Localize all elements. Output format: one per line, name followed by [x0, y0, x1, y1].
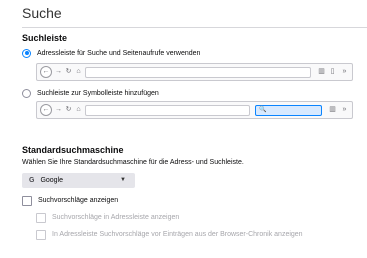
- suggestions-before-history-label: In Adressleiste Suchvorschläge vor Eintr…: [52, 231, 303, 238]
- radio-address-bar-label: Adressleiste für Suche und Seitenaufrufe…: [37, 49, 201, 57]
- radio-button-checked[interactable]: [22, 48, 31, 58]
- forward-icon: →: [55, 68, 62, 75]
- default-engine-heading: Standardsuchmaschine: [22, 145, 124, 155]
- title-divider: [22, 27, 367, 28]
- show-suggestions-checkbox[interactable]: Suchvorschläge anzeigen: [22, 195, 118, 206]
- radio-address-bar[interactable]: Adressleiste für Suche und Seitenaufrufe…: [22, 47, 200, 59]
- library-icon: ▥: [318, 68, 325, 75]
- checkbox[interactable]: [36, 212, 46, 223]
- page-title: Suche: [22, 5, 62, 21]
- sidebar-icon: ▯: [330, 68, 335, 75]
- chevron-down-icon: ▼: [120, 177, 126, 183]
- back-icon: ←: [40, 104, 52, 116]
- forward-icon: →: [55, 106, 62, 113]
- default-engine-description: Wählen Sie Ihre Standardsuchmaschine für…: [22, 159, 244, 166]
- show-suggestions-label: Suchvorschläge anzeigen: [38, 197, 119, 204]
- back-icon: ←: [40, 66, 52, 78]
- google-icon: G: [29, 177, 35, 184]
- search-engine-dropdown[interactable]: G Google ▼: [22, 173, 135, 188]
- radio-button-unchecked[interactable]: [22, 88, 31, 98]
- checkbox[interactable]: [36, 229, 46, 240]
- toolbar-preview-address: ← → ↻ ⌂ ▥ ▯ »: [36, 63, 353, 81]
- overflow-icon: »: [342, 106, 347, 113]
- reload-icon: ↻: [65, 106, 72, 113]
- suggestions-address-bar-label: Suchvorschläge in Adressleiste anzeigen: [52, 214, 180, 221]
- search-bar-heading: Suchleiste: [22, 33, 68, 43]
- suggestions-before-history-checkbox[interactable]: In Adressleiste Suchvorschläge vor Eintr…: [36, 229, 303, 240]
- checkbox[interactable]: [22, 195, 32, 206]
- radio-toolbar-search-label: Suchleiste zur Symbolleiste hinzufügen: [37, 89, 159, 97]
- reload-icon: ↻: [65, 68, 72, 75]
- library-icon: ▥: [329, 106, 336, 113]
- search-bar-preview: 🔍: [255, 105, 322, 116]
- radio-toolbar-search[interactable]: Suchleiste zur Symbolleiste hinzufügen: [22, 87, 159, 99]
- home-icon: ⌂: [76, 68, 81, 75]
- toolbar-preview-searchbar: ← → ↻ ⌂ 🔍 ▥ »: [36, 101, 353, 119]
- overflow-icon: »: [342, 68, 347, 75]
- selected-engine-label: Google: [40, 177, 64, 184]
- search-icon: 🔍: [259, 107, 267, 113]
- url-bar-preview: [85, 105, 250, 116]
- home-icon: ⌂: [76, 106, 81, 113]
- url-bar-preview: [85, 67, 311, 78]
- suggestions-address-bar-checkbox[interactable]: Suchvorschläge in Adressleiste anzeigen: [36, 212, 179, 223]
